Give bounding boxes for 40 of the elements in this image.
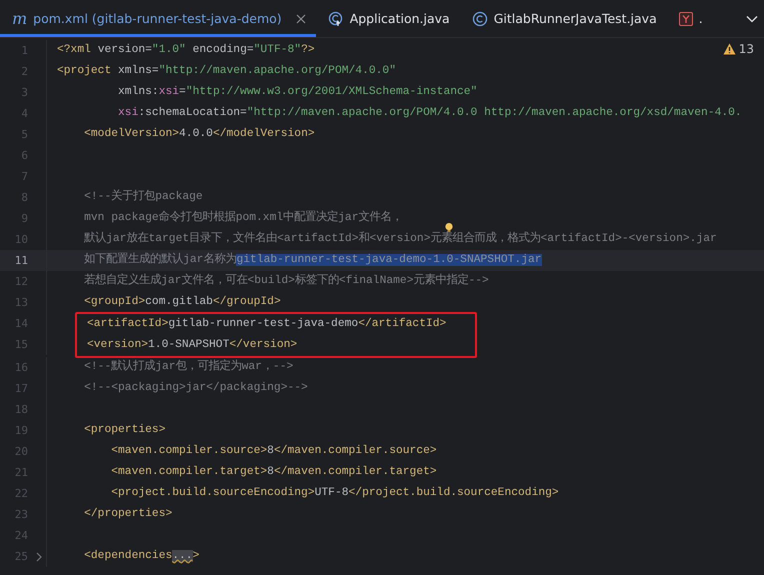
lightbulb-icon[interactable] xyxy=(445,223,453,232)
code-line: <artifactId>gitlab-runner-test-java-demo</artifactId> xyxy=(87,318,446,331)
close-icon[interactable] xyxy=(296,14,306,24)
class-icon xyxy=(472,10,488,26)
code-line: <dependencies...> xyxy=(83,550,200,563)
code-line: 若想自定义生成jar文件名，可在<build>标签下的<finalName>元素中指定--> xyxy=(83,275,489,288)
yaml-icon xyxy=(678,12,693,26)
editor-tab[interactable]: GitlabRunnerJavaTest.java xyxy=(460,0,667,37)
editor-tab[interactable]: Application.java xyxy=(316,0,460,37)
code-line: <maven.compiler.target>8</maven.compiler.target> xyxy=(110,466,437,479)
tab-label: Application.java xyxy=(350,11,450,26)
code-line: <properties> xyxy=(83,424,166,437)
code-line: <project.build.sourceEncoding>UTF-8</project.build.sourceEncoding> xyxy=(110,487,559,500)
warning-icon[interactable] xyxy=(722,43,736,55)
tab-label: pom.xml (gitlab-runner-test-java-demo) xyxy=(33,11,282,26)
code-line: xmlns:xsi="http://www.w3.org/2001/XMLSchema-instance" xyxy=(117,86,478,99)
code-line: <!--关于打包package xyxy=(83,191,203,204)
editor-tab[interactable]: m pom.xml (gitlab-runner-test-java-demo) xyxy=(0,0,316,37)
code-line: <version>1.0-SNAPSHOT</version> xyxy=(87,339,298,352)
chevron-down-icon[interactable] xyxy=(746,14,758,22)
code-line: <maven.compiler.source>8</maven.compiler.source> xyxy=(110,445,437,458)
code-line: </properties> xyxy=(83,508,172,521)
tab-label: GitlabRunnerJavaTest.java xyxy=(494,11,657,26)
code-line: <modelVersion>4.0.0</modelVersion> xyxy=(83,128,315,141)
tab-label: . xyxy=(698,11,703,26)
line-number: 11 xyxy=(14,254,28,267)
code-line: <?xml version="1.0" encoding="UTF-8"?> xyxy=(57,44,315,57)
maven-icon: m xyxy=(12,10,28,26)
code-line: <project xmlns="http://maven.apache.org/POM/4.0.0" xyxy=(57,65,396,78)
chevron-right-icon[interactable] xyxy=(35,552,43,562)
code-line: mvn package命令打包时根据pom.xml中配置决定jar文件名， xyxy=(83,212,402,225)
code-line: 如下配置生成的默认jar名称为gitlab-runner-test-java-demo-1.0-SNAPSHOT.jar xyxy=(83,254,542,267)
code-line: xsi:schemaLocation="http://maven.apache.org/POM/4.0.0 http://maven.apache.org/xsd/maven-4.0. xyxy=(117,107,742,120)
editor-tab[interactable]: . xyxy=(666,0,713,37)
class-icon xyxy=(328,10,344,26)
code-line: <!--默认打成jar包，可指定为war，--> xyxy=(83,361,294,374)
code-line: <!--<packaging>jar</packaging>--> xyxy=(83,382,308,395)
warning-count: 13 xyxy=(738,42,754,56)
code-line: <groupId>com.gitlab</groupId> xyxy=(83,296,281,309)
code-line: 默认jar放在target目录下，文件名由<artifactId>和<version>元素组合而成，格式为<artifactId>-<version>.jar xyxy=(83,233,717,246)
